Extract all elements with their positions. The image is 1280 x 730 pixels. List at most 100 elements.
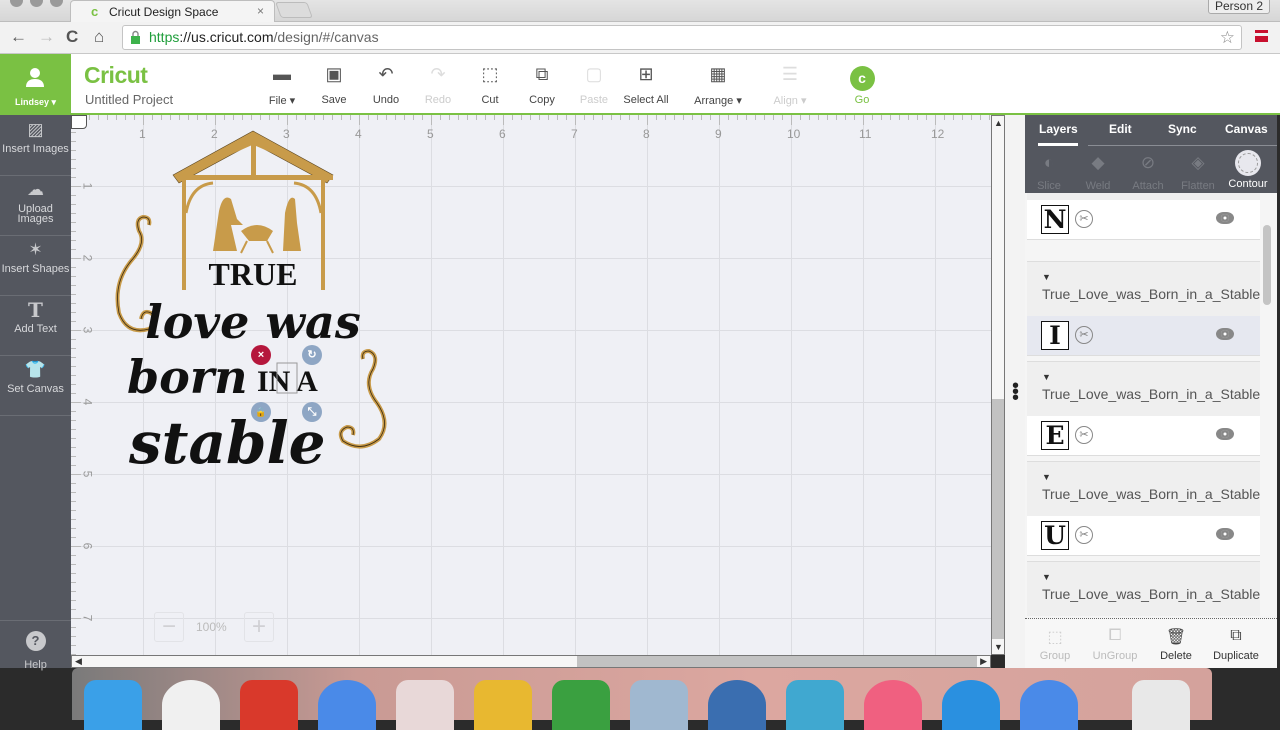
url-input[interactable]: https://us.cricut.com/design/#/canvas ☆ [122,25,1242,50]
ungroup-button[interactable]: ⧠ UnGroup [1085,627,1145,662]
layer-group-header[interactable]: ▼ True_Love_was_Born_in_a_Stable [1027,461,1260,516]
project-title[interactable]: Untitled Project [85,92,173,107]
window-minimize-button[interactable] [30,0,43,7]
dock-help-icon[interactable] [396,680,454,730]
weld-button[interactable]: ◆ Weld [1074,153,1122,192]
dock-chrome-icon[interactable] [318,680,376,730]
panel-resize-divider[interactable]: • • • [1005,115,1025,668]
sidebar-item-set-canvas[interactable]: 👕 Set Canvas [0,361,71,416]
sidebar-item-upload-images[interactable]: ☁ Upload Images [0,181,71,236]
scroll-up-arrow-icon[interactable]: ▲ [994,118,1003,128]
go-button[interactable]: c Go [832,64,892,106]
scroll-left-arrow-icon[interactable]: ◀ [75,656,82,667]
dock-outlook-icon[interactable] [474,680,532,730]
dock-quicktime-icon[interactable] [708,680,766,730]
sidebar-item-insert-images[interactable]: ▨ Insert Images [0,121,71,176]
layer-group[interactable]: ▼ True_Love_was_Born_in_a_Stable I ✂ [1027,261,1260,356]
align-menu-button[interactable]: ☰ Align ▾ [760,64,820,107]
tab-sync[interactable]: Sync [1168,122,1197,136]
design-canvas[interactable]: 1 2 3 4 5 6 7 8 9 10 11 12 1234567 TRUE love [71,115,991,655]
contour-button[interactable]: Contour [1224,153,1272,190]
scissors-icon[interactable]: ✂ [1075,426,1093,444]
layer-group[interactable]: ▼ True_Love_was_Born_in_a_Stable U ✂ [1027,461,1260,556]
group-button[interactable]: ⬚ Group [1025,627,1085,662]
dock-chrome-icon[interactable] [1020,680,1078,730]
new-tab-button[interactable] [275,2,313,18]
arrange-menu-button[interactable]: ▦ Arrange ▾ [688,64,748,107]
scissors-icon[interactable]: ✂ [1075,526,1093,544]
eye-icon[interactable] [1216,528,1234,540]
user-menu[interactable]: Lindsey ▾ [0,54,71,115]
eye-icon[interactable] [1216,428,1234,440]
window-zoom-button[interactable] [50,0,63,7]
flatten-button[interactable]: ◈ Flatten [1174,153,1222,192]
tab-edit[interactable]: Edit [1109,122,1132,136]
horizontal-scroll-thumb[interactable] [577,656,977,667]
scroll-right-arrow-icon[interactable]: ▶ [980,656,987,667]
drag-handle-icon[interactable]: • • • [1012,376,1019,408]
select-all-button[interactable]: ⊞ Select All [616,64,676,106]
tab-close-icon[interactable]: × [257,4,264,18]
tab-canvas[interactable]: Canvas [1225,122,1268,136]
undo-button[interactable]: ↶ Undo [356,64,416,106]
tab-layers[interactable]: Layers [1039,122,1078,136]
vertical-scroll-thumb[interactable] [992,399,1004,639]
layer-row[interactable]: U ✂ [1027,516,1260,556]
sidebar-item-insert-shapes[interactable]: ✶ Insert Shapes [0,241,71,296]
canvas-vertical-scrollbar[interactable]: ▲ ▼ [991,115,1005,655]
dock-word-icon[interactable] [786,680,844,730]
collapse-triangle-icon[interactable]: ▼ [1042,272,1260,286]
layer-group[interactable]: ▼ True_Love_was_Born_in_a_Stable [1027,561,1260,616]
duplicate-button[interactable]: ⧉ Duplicate [1206,627,1266,662]
home-button[interactable]: ⌂ [94,27,104,47]
nativity-stable-image[interactable]: TRUE love was born IN A stable [91,123,391,503]
layer-group[interactable]: True_Love_was_Born_in_a_Stable N ✂ [1027,193,1260,240]
lock-handle[interactable]: 🔒 [251,402,271,422]
layer-group-header[interactable]: True_Love_was_Born_in_a_Stable [1027,193,1260,200]
forward-button[interactable]: → [38,27,55,47]
help-button[interactable]: ? Help [0,620,71,671]
dock-pages-icon[interactable] [240,680,298,730]
layer-group-header[interactable]: ▼ True_Love_was_Born_in_a_Stable [1027,561,1260,616]
zoom-in-button[interactable]: + [244,612,274,642]
zoom-out-button[interactable]: − [154,612,184,642]
collapse-triangle-icon[interactable]: ▼ [1042,372,1260,386]
attach-button[interactable]: ⊘ Attach [1124,153,1172,192]
browser-menu-icon[interactable] [1255,30,1268,42]
cut-button[interactable]: ⬚ Cut [460,64,520,106]
paste-button[interactable]: ▢ Paste [564,64,624,106]
layer-group-header[interactable]: ▼ True_Love_was_Born_in_a_Stable [1027,361,1260,416]
sidebar-item-add-text[interactable]: T Add Text [0,300,71,356]
save-button[interactable]: ▣ Save [304,64,364,106]
canvas-horizontal-scrollbar[interactable]: ◀ ▶ [71,655,991,668]
window-close-button[interactable] [10,0,23,7]
dock-excel-icon[interactable] [552,680,610,730]
layers-scrollbar[interactable] [1263,225,1271,305]
file-menu-button[interactable]: ▬ File ▾ [252,64,312,107]
scissors-icon[interactable]: ✂ [1075,210,1093,228]
layer-group[interactable]: ▼ True_Love_was_Born_in_a_Stable E ✂ [1027,361,1260,456]
collapse-triangle-icon[interactable]: ▼ [1042,572,1260,586]
design-group[interactable]: TRUE love was born IN A stable [91,123,391,508]
profile-button[interactable]: Person 2 [1207,0,1270,14]
slice-button[interactable]: ◐ Slice [1025,153,1073,192]
delete-button[interactable]: 🗑 Delete [1146,627,1206,662]
layer-row[interactable]: E ✂ [1027,416,1260,456]
scissors-icon[interactable]: ✂ [1075,326,1093,344]
back-button[interactable]: ← [10,27,27,47]
redo-button[interactable]: ↷ Redo [408,64,468,106]
dock-trash-icon[interactable] [1132,680,1190,730]
scroll-down-arrow-icon[interactable]: ▼ [994,642,1003,652]
resize-handle[interactable]: ⤡ [302,402,322,422]
layer-row-selected[interactable]: I ✂ [1027,316,1260,356]
dock-photos-icon[interactable] [162,680,220,730]
dock-itunes-icon[interactable] [864,680,922,730]
rotate-handle[interactable]: ↻ [302,345,322,365]
collapse-triangle-icon[interactable]: ▼ [1042,472,1260,486]
browser-tab[interactable]: c Cricut Design Space × [70,0,275,22]
copy-button[interactable]: ⧉ Copy [512,64,572,106]
bookmark-star-icon[interactable]: ☆ [1220,26,1235,49]
eye-icon[interactable] [1216,212,1234,224]
eye-icon[interactable] [1216,328,1234,340]
dock-safari-icon[interactable] [942,680,1000,730]
